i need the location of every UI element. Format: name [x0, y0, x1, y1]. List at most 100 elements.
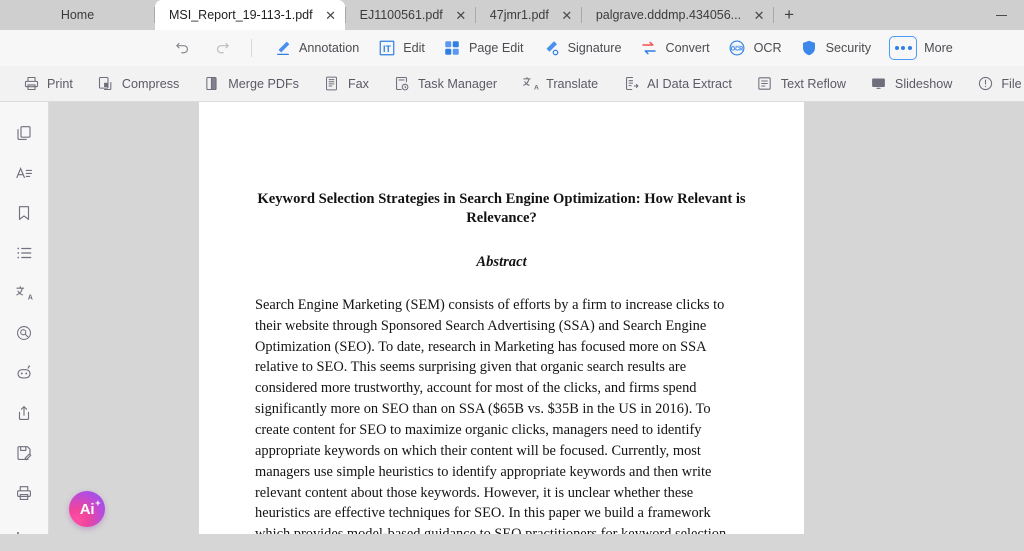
new-tab-button[interactable]: +: [774, 0, 804, 30]
sidebar-item-share[interactable]: [9, 398, 39, 428]
pen-annotation-icon: [273, 39, 292, 58]
redo-icon: [214, 40, 231, 57]
bookmark-icon: [15, 204, 33, 222]
ai-data-extract-icon: [622, 75, 640, 93]
annotation-button[interactable]: Annotation: [264, 36, 368, 61]
share-upload-icon: [15, 404, 33, 422]
thumbnails-pages-icon: [15, 124, 33, 142]
file-info-icon: [976, 75, 994, 93]
primary-toolbar: Annotation IT Edit Page Edit Signature C…: [0, 30, 1024, 66]
security-button[interactable]: Security: [791, 36, 881, 61]
printer-icon: [15, 484, 33, 502]
home-tab[interactable]: Home: [0, 0, 155, 30]
file-info-label: File Info: [1001, 76, 1024, 91]
convert-label: Convert: [665, 41, 710, 55]
close-icon[interactable]: ✕: [559, 7, 575, 23]
sidebar-item-thumbnails[interactable]: [9, 118, 39, 148]
sidebar-item-print[interactable]: [9, 478, 39, 508]
edit-button[interactable]: IT Edit: [368, 36, 434, 61]
document-canvas[interactable]: Keyword Selection Strategies in Search E…: [49, 102, 1024, 534]
ocr-button[interactable]: OCR OCR: [719, 36, 791, 61]
task-manager-icon: [393, 75, 411, 93]
toolbar-divider: [251, 39, 252, 57]
document-tab-1-label: MSI_Report_19-113-1.pdf: [169, 8, 313, 22]
text-reflow-button[interactable]: Text Reflow: [752, 72, 856, 96]
translate-icon: A: [521, 75, 539, 93]
compress-button[interactable]: Compress: [93, 72, 189, 96]
svg-text:A: A: [28, 293, 33, 301]
sidebar-item-more[interactable]: [9, 518, 39, 548]
page-edit-label: Page Edit: [468, 41, 524, 55]
undo-icon: [174, 40, 191, 57]
ai-assistant-fab[interactable]: Ai +: [69, 491, 105, 527]
sidebar-item-outline[interactable]: [9, 238, 39, 268]
document-tab-1[interactable]: MSI_Report_19-113-1.pdf ✕: [155, 0, 345, 30]
left-sidebar: A: [0, 102, 49, 535]
sidebar-item-search[interactable]: [9, 318, 39, 348]
sidebar-item-save[interactable]: [9, 438, 39, 468]
save-as-icon: [15, 444, 33, 462]
security-label: Security: [825, 41, 872, 55]
text-properties-icon: [15, 164, 33, 182]
sidebar-item-text[interactable]: [9, 158, 39, 188]
sidebar-item-translate[interactable]: A: [9, 278, 39, 308]
convert-arrows-icon: [639, 39, 658, 58]
task-manager-button[interactable]: Task Manager: [389, 72, 507, 96]
text-edit-icon: IT: [377, 39, 396, 58]
pdf-page[interactable]: Keyword Selection Strategies in Search E…: [199, 102, 804, 534]
signature-button[interactable]: Signature: [533, 36, 631, 61]
search-circle-icon: [15, 324, 33, 342]
text-reflow-icon: [756, 75, 774, 93]
slideshow-button[interactable]: Slideshow: [866, 72, 962, 96]
print-button[interactable]: Print: [18, 72, 83, 96]
fax-button[interactable]: Fax: [319, 72, 379, 96]
close-icon[interactable]: ✕: [751, 7, 767, 23]
translate-icon: A: [15, 284, 33, 302]
sidebar-item-bookmarks[interactable]: [9, 198, 39, 228]
compress-label: Compress: [121, 76, 180, 91]
workspace: A Keyword Selection Strategies in Search…: [0, 102, 1024, 535]
redo-button[interactable]: [205, 35, 239, 61]
sidebar-item-ai-assistant[interactable]: [9, 358, 39, 388]
undo-button[interactable]: [165, 35, 199, 61]
merge-pdfs-label: Merge PDFs: [228, 76, 299, 91]
document-tab-3[interactable]: 47jmr1.pdf ✕: [476, 0, 581, 30]
file-info-button[interactable]: File Info: [972, 72, 1024, 96]
signature-pen-icon: [542, 39, 561, 58]
ocr-label: OCR: [753, 41, 782, 55]
more-dots-icon: [15, 530, 33, 536]
page-edit-button[interactable]: Page Edit: [434, 36, 533, 61]
ocr-circle-icon: OCR: [728, 39, 747, 58]
print-label: Print: [47, 76, 73, 91]
abstract-paragraph: Search Engine Marketing (SEM) consists o…: [255, 296, 726, 534]
more-button[interactable]: More: [880, 33, 962, 63]
printer-icon: [22, 75, 40, 93]
svg-text:IT: IT: [383, 44, 392, 54]
home-tab-label: Home: [60, 8, 95, 22]
translate-button[interactable]: A Translate: [517, 72, 608, 96]
slideshow-icon: [870, 75, 888, 93]
edit-label: Edit: [403, 41, 425, 55]
merge-pdfs-icon: [203, 75, 221, 93]
outline-list-icon: [15, 244, 33, 262]
close-icon[interactable]: ✕: [453, 7, 469, 23]
convert-button[interactable]: Convert: [630, 36, 718, 61]
translate-label: Translate: [546, 76, 599, 91]
pdf-reader-window: Home MSI_Report_19-113-1.pdf ✕ EJ1100561…: [0, 0, 1024, 551]
ai-data-extract-button[interactable]: AI Data Extract: [618, 72, 742, 96]
compress-icon: [97, 75, 115, 93]
page-edit-grid-icon: [443, 39, 462, 58]
svg-text:A: A: [534, 85, 539, 92]
page-title: Keyword Selection Strategies in Search E…: [257, 191, 746, 226]
ai-fab-plus-badge: +: [95, 497, 101, 508]
document-tab-4[interactable]: palgrave.dddmp.434056... ✕: [582, 0, 773, 30]
document-tab-2-label: EJ1100561.pdf: [359, 8, 443, 22]
merge-pdfs-button[interactable]: Merge PDFs: [199, 72, 309, 96]
close-icon[interactable]: ✕: [323, 7, 339, 23]
minimize-button[interactable]: [978, 0, 1024, 30]
task-manager-label: Task Manager: [417, 76, 498, 91]
more-label: More: [924, 41, 953, 55]
tab-bar: Home MSI_Report_19-113-1.pdf ✕ EJ1100561…: [0, 0, 1024, 30]
text-reflow-label: Text Reflow: [780, 76, 846, 91]
document-tab-2[interactable]: EJ1100561.pdf ✕: [346, 0, 475, 30]
